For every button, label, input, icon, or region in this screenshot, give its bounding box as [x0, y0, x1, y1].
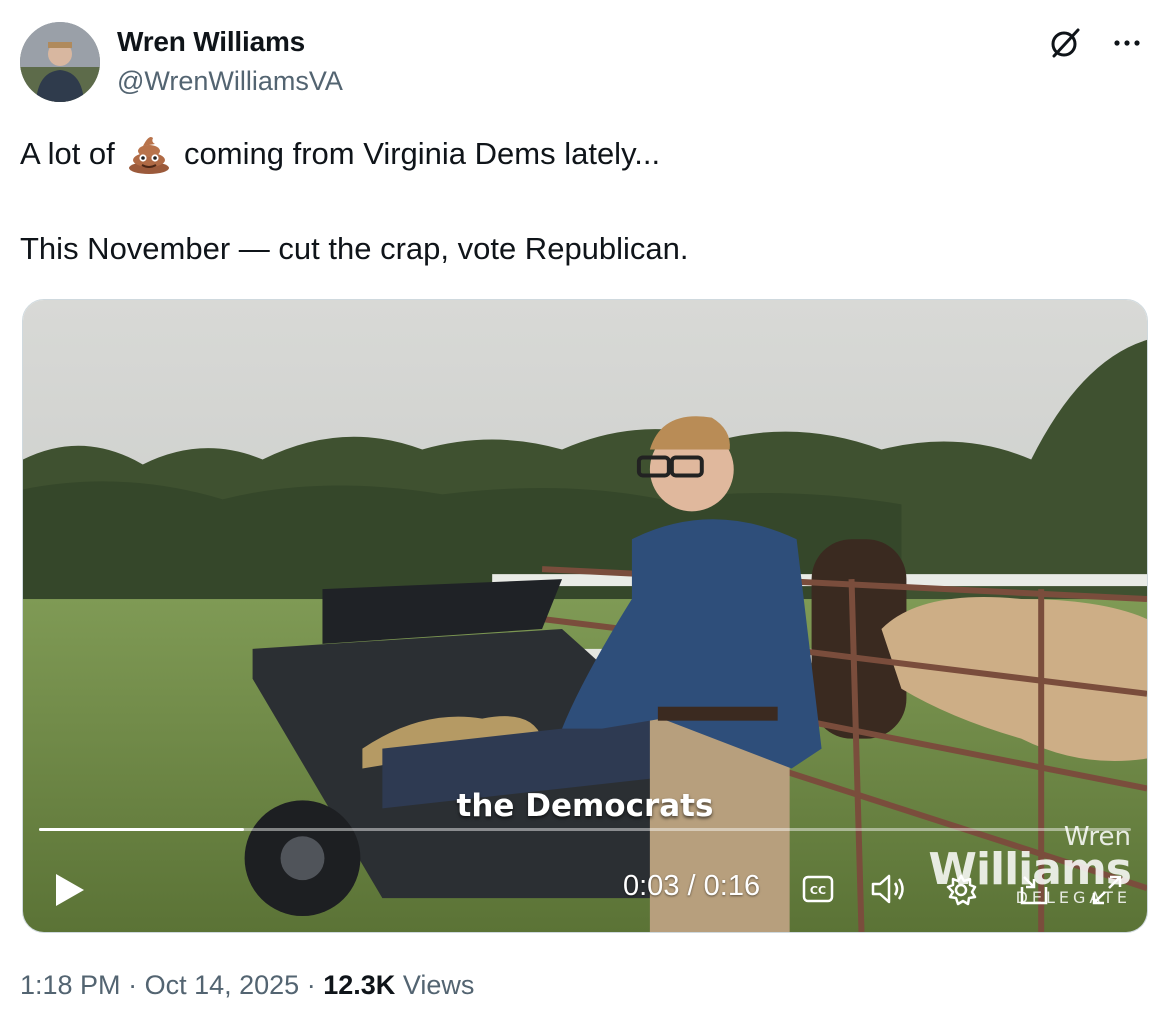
svg-text:CC: CC — [810, 884, 826, 897]
meta-dot-2: · — [306, 970, 316, 1000]
duration: 0:16 — [703, 870, 761, 902]
video-progress-fill — [39, 828, 244, 831]
post-meta: 1:18 PM · Oct 14, 2025 · 12.3K Views — [20, 970, 474, 1001]
post-time[interactable]: 1:18 PM — [20, 970, 121, 1000]
post-text-line-2: This November — cut the crap, vote Repub… — [20, 231, 689, 266]
views-count: 12.3K — [323, 970, 396, 1000]
video-player[interactable]: the Democrats Wren Williams DELEGATE 0:0… — [22, 299, 1148, 933]
video-time: 0:03 / 0:16 — [623, 870, 760, 903]
volume-icon[interactable] — [869, 870, 909, 908]
time-separator: / — [687, 870, 696, 902]
avatar-photo — [20, 22, 100, 102]
author-name[interactable]: Wren Williams — [117, 26, 305, 58]
settings-icon[interactable] — [943, 872, 979, 908]
post-text-after: coming from Virginia Dems lately... — [184, 136, 661, 171]
meta-dot-1: · — [128, 970, 138, 1000]
views-label: Views — [402, 970, 475, 1000]
post-text-before: A lot of — [20, 136, 115, 171]
play-icon[interactable] — [49, 870, 89, 910]
video-caption: the Democrats — [456, 788, 714, 824]
post-date[interactable]: Oct 14, 2025 — [145, 970, 300, 1000]
current-time: 0:03 — [623, 870, 680, 902]
post-text-line-1: A lot of coming from Virginia Dems latel… — [20, 134, 660, 174]
avatar[interactable] — [20, 22, 100, 102]
author-handle[interactable]: @WrenWilliamsVA — [117, 66, 343, 97]
pile-of-poo-icon — [127, 134, 171, 174]
more-icon[interactable] — [1110, 26, 1144, 60]
grok-icon[interactable] — [1048, 26, 1082, 60]
pip-icon[interactable] — [1017, 872, 1053, 908]
fullscreen-icon[interactable] — [1089, 872, 1125, 908]
captions-icon[interactable]: CC — [801, 872, 835, 906]
